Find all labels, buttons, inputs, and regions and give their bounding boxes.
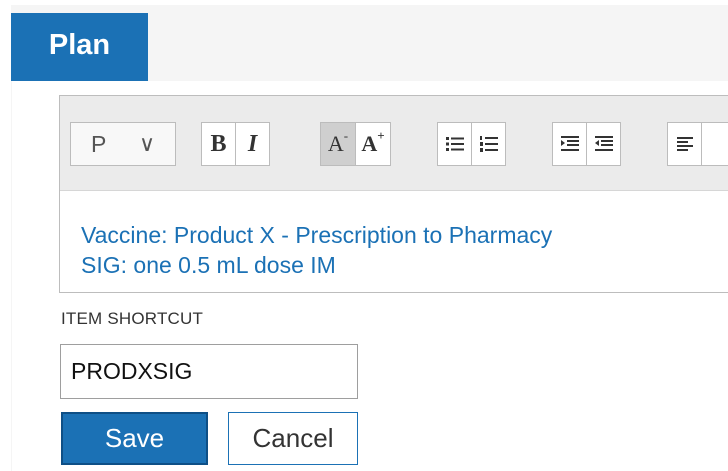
align-left-icon <box>676 137 693 151</box>
section-header: Plan <box>11 13 148 81</box>
save-button[interactable]: Save <box>61 412 208 465</box>
item-shortcut-input[interactable]: PRODXSIG <box>60 344 358 399</box>
increase-font-sup: + <box>377 128 385 143</box>
format-value: P <box>91 131 107 157</box>
align-left-button[interactable] <box>667 122 702 166</box>
increase-font-label: A <box>361 131 378 156</box>
cancel-button[interactable]: Cancel <box>228 412 358 465</box>
bold-label: B <box>210 130 227 157</box>
editor-toolbar: P ∨ B I A - A + <box>60 96 728 191</box>
increase-font-button[interactable]: A + <box>355 122 391 166</box>
numbered-list-button[interactable] <box>471 122 506 166</box>
decrease-font-sup: - <box>343 128 349 143</box>
bullet-list-button[interactable] <box>437 122 472 166</box>
chevron-down-icon: ∨ <box>139 131 156 156</box>
rich-text-editor[interactable]: P ∨ B I A - A + Vaccine: Product X - Pre… <box>59 95 728 293</box>
align-center-button[interactable] <box>701 122 728 166</box>
italic-button[interactable]: I <box>235 122 270 166</box>
bold-button[interactable]: B <box>201 122 236 166</box>
outdent-button[interactable] <box>586 122 621 166</box>
outdent-icon <box>594 136 613 151</box>
bullet-list-icon <box>445 137 464 151</box>
editor-line: SIG: one 0.5 mL dose IM <box>81 252 336 278</box>
format-dropdown[interactable]: P ∨ <box>70 122 176 166</box>
decrease-font-button[interactable]: A - <box>320 122 356 166</box>
editor-content[interactable]: Vaccine: Product X - Prescription to Pha… <box>81 220 711 280</box>
italic-label: I <box>247 130 258 157</box>
numbered-list-icon <box>479 136 498 152</box>
indent-button[interactable] <box>552 122 587 166</box>
section-title: Plan <box>48 28 111 61</box>
indent-icon <box>560 136 579 151</box>
item-shortcut-label: ITEM SHORTCUT <box>61 309 204 328</box>
decrease-font-label: A <box>327 131 344 156</box>
editor-line: Vaccine: Product X - Prescription to Pha… <box>81 222 553 248</box>
